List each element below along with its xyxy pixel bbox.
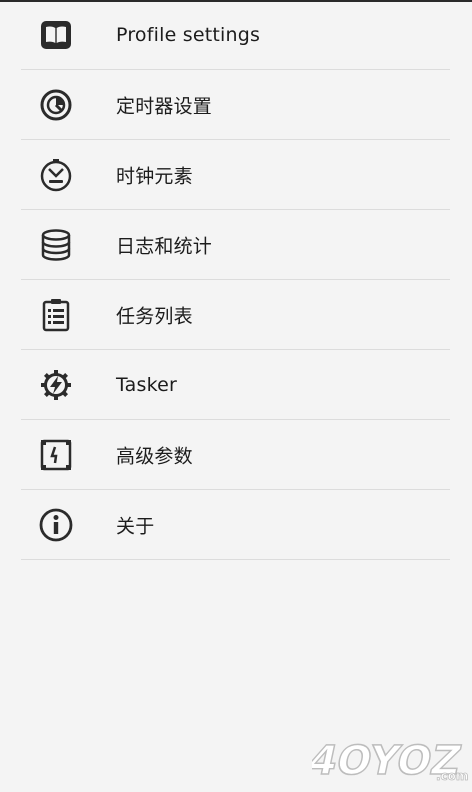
menu-item-label: 日志和统计 [116, 235, 213, 258]
menu-item-label: 定时器设置 [116, 95, 213, 118]
menu-item-label: 高级参数 [116, 445, 193, 468]
book-icon [38, 17, 74, 53]
settings-menu-list: Profile settings 定时器设置 时钟元素 日志和统计 任务列表 T… [0, 0, 472, 560]
tasker-gear-icon [38, 367, 74, 403]
menu-item-advanced-params[interactable]: 高级参数 [0, 420, 472, 490]
watermark-suffix-text: .com [436, 769, 468, 783]
database-icon [38, 227, 74, 263]
menu-item-task-list[interactable]: 任务列表 [0, 280, 472, 350]
menu-item-label: 任务列表 [116, 305, 193, 328]
menu-item-profile-settings[interactable]: Profile settings [0, 0, 472, 70]
menu-item-about[interactable]: 关于 [0, 490, 472, 560]
site-watermark-logo: 4OYOZ .com [312, 730, 468, 784]
menu-item-label: 时钟元素 [116, 165, 193, 188]
info-icon [38, 507, 74, 543]
menu-item-label: Tasker [116, 374, 178, 396]
menu-item-clock-elements[interactable]: 时钟元素 [0, 140, 472, 210]
menu-item-timer-settings[interactable]: 定时器设置 [0, 70, 472, 140]
advanced-params-icon [38, 437, 74, 473]
menu-item-tasker[interactable]: Tasker [0, 350, 472, 420]
clock-icon [38, 157, 74, 193]
timer-icon [38, 87, 74, 123]
menu-item-logs-and-stats[interactable]: 日志和统计 [0, 210, 472, 280]
menu-item-label: Profile settings [116, 24, 261, 46]
clipboard-icon [38, 297, 74, 333]
menu-item-label: 关于 [116, 515, 155, 538]
